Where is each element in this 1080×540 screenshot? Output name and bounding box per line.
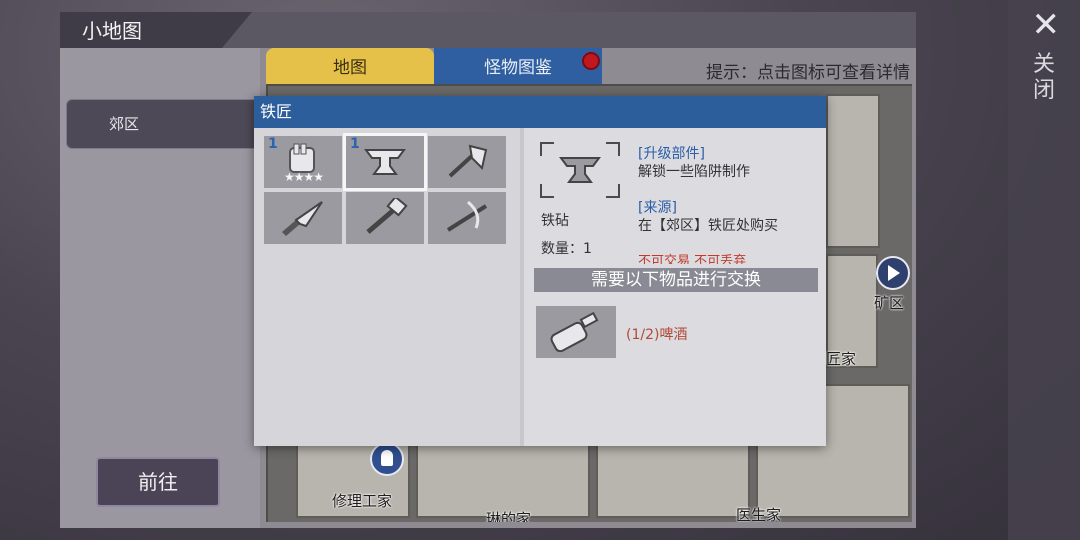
source-section-title: [来源] xyxy=(638,200,677,216)
map-label-smith-house: 匠家 xyxy=(826,350,857,368)
map-label-lin-house: 琳的家 xyxy=(486,510,532,522)
beer-bottle-icon xyxy=(550,311,599,353)
hint-text: 提示：点击图标可查看详情 xyxy=(706,63,910,83)
map-building xyxy=(826,94,880,248)
anvil-icon xyxy=(559,157,601,183)
item-quantity: 数量：1 xyxy=(541,241,592,257)
region-sidebar: 郊区 前往 xyxy=(60,48,268,528)
notification-badge xyxy=(582,52,600,70)
upgrade-section-title: [升级部件] xyxy=(638,146,705,162)
dialog-title: 铁匠 xyxy=(254,96,826,128)
star-rating: ★★★★ xyxy=(284,170,324,184)
knife-icon xyxy=(282,201,323,236)
item-name: 铁砧 xyxy=(541,213,569,229)
selected-item-frame xyxy=(540,142,620,198)
exchange-header: 需要以下物品进行交换 xyxy=(534,268,818,292)
close-label[interactable]: 关闭 xyxy=(1030,52,1058,104)
person-icon[interactable] xyxy=(370,442,404,476)
item-slot-crossbow[interactable] xyxy=(428,192,506,244)
tab-monster-guide[interactable]: 怪物图鉴 xyxy=(434,48,602,84)
item-grid: 1 ★★★★ 1 xyxy=(254,128,524,446)
map-building xyxy=(416,444,590,518)
arrow-right-icon[interactable] xyxy=(876,256,910,290)
item-slot-hammer[interactable] xyxy=(346,192,424,244)
axe-icon xyxy=(448,144,488,178)
trade-restrictions: 不可交易 不可丢弃 xyxy=(638,254,747,264)
map-label-doctor-house: 医生家 xyxy=(736,506,782,522)
map-building xyxy=(596,444,750,518)
upgrade-section-text: 解锁一些陷阱制作 xyxy=(638,164,750,180)
item-slot-axe[interactable] xyxy=(428,136,506,188)
panel-title: 小地图 xyxy=(60,12,252,48)
item-slot-glove[interactable]: 1 ★★★★ xyxy=(264,136,342,188)
item-count: 1 xyxy=(268,136,278,152)
required-item-slot[interactable] xyxy=(536,306,616,358)
item-slot-anvil[interactable]: 1 xyxy=(343,133,427,191)
go-button[interactable]: 前往 xyxy=(96,457,220,507)
anvil-icon xyxy=(364,149,406,175)
item-count: 1 xyxy=(350,136,360,152)
map-label-mine: 矿区 xyxy=(874,294,905,312)
map-label-repairman-house: 修理工家 xyxy=(332,492,393,510)
source-section-text: 在【郊区】铁匠处购买 xyxy=(638,218,778,234)
hammer-icon xyxy=(366,198,408,234)
crossbow-icon xyxy=(446,200,488,232)
item-slot-knife[interactable] xyxy=(264,192,342,244)
tab-map[interactable]: 地图 xyxy=(266,48,434,84)
blacksmith-dialog: 铁匠 1 ★★★★ 1 铁砧 数量：1 [升级部件] 解锁一些陷阱制作 [来源]… xyxy=(254,96,826,446)
required-item-text: (1/2)啤酒 xyxy=(626,327,688,343)
region-item-suburb[interactable]: 郊区 xyxy=(66,99,268,149)
item-detail: 铁砧 数量：1 [升级部件] 解锁一些陷阱制作 [来源] 在【郊区】铁匠处购买 … xyxy=(526,128,826,446)
close-icon[interactable]: ✕ xyxy=(1032,8,1061,42)
close-column: ✕ 关闭 xyxy=(1008,0,1080,540)
